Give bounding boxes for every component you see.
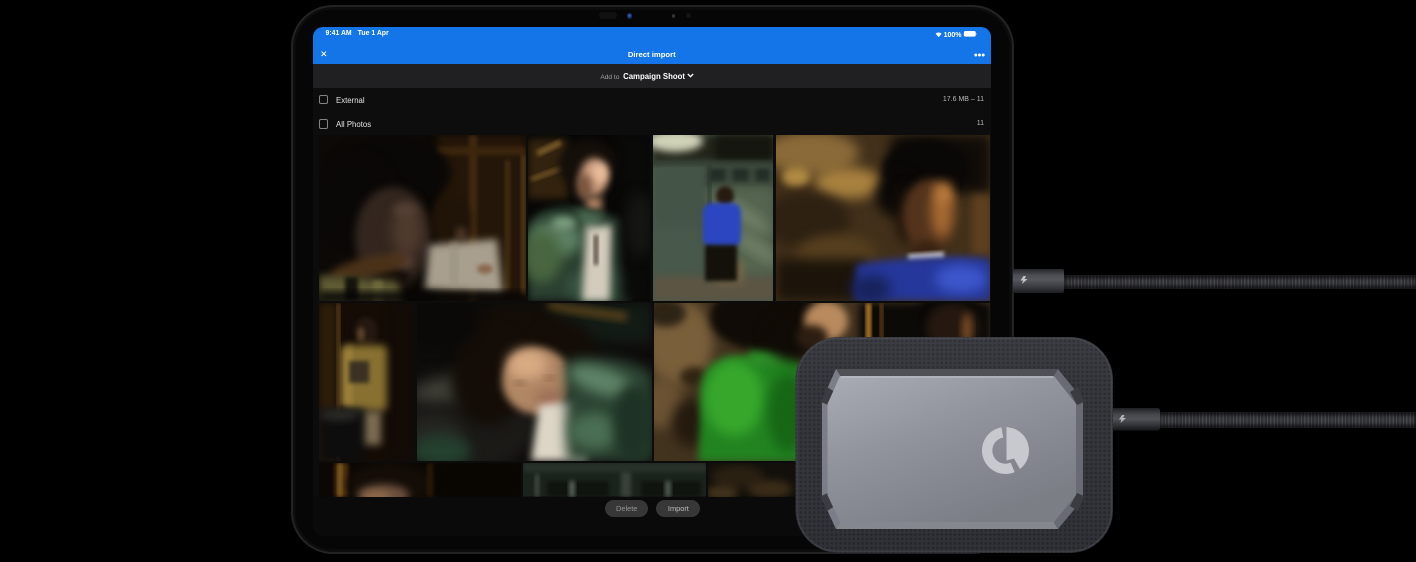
svg-text:100%: 100% <box>943 32 962 38</box>
